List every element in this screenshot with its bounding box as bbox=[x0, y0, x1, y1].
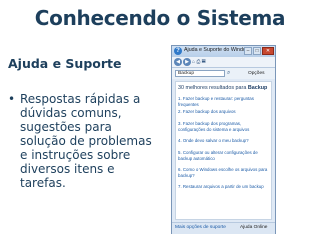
search-icon[interactable]: ⌕ bbox=[227, 70, 234, 77]
maximize-icon[interactable]: □ bbox=[253, 47, 261, 55]
minimize-icon[interactable]: – bbox=[244, 47, 252, 55]
online-help-button[interactable]: Ajuda Online bbox=[240, 225, 267, 230]
section-heading: Ajuda e Suporte bbox=[8, 56, 122, 71]
results-panel: 30 melhores resultados para Backup 1. Fa… bbox=[175, 81, 272, 220]
help-window: ? Ajuda e Suporte do Windows – □ ✕ ◀ ▶ ⌂… bbox=[171, 45, 276, 234]
options-menu[interactable]: Opções bbox=[248, 71, 265, 76]
result-link[interactable]: 7. Restaurar arquivos a partir de um bac… bbox=[178, 184, 268, 190]
bullet-text: Respostas rápidas a dúvidas comuns, suge… bbox=[20, 92, 152, 190]
more-support-link[interactable]: Mais opções de suporte bbox=[175, 225, 226, 230]
result-link[interactable]: 1. Fazer backup e restaurar: perguntas f… bbox=[178, 96, 268, 107]
result-link[interactable]: 2. Fazer backup dos arquivos bbox=[178, 109, 268, 115]
result-link[interactable]: 4. Onde devo salvar o meu backup? bbox=[178, 138, 268, 144]
forward-arrow-icon[interactable]: ▶ bbox=[183, 58, 191, 66]
window-title: Ajuda e Suporte do Windows bbox=[184, 47, 253, 53]
close-icon[interactable]: ✕ bbox=[262, 47, 274, 55]
result-link[interactable]: 3. Fazer backup dos programas, configura… bbox=[178, 121, 268, 132]
result-link[interactable]: 5. Configurar ou alterar configurações d… bbox=[178, 150, 268, 161]
navigation-bar: ◀ ▶ ⌂ ⎙ ▤ bbox=[172, 57, 275, 68]
results-heading: 30 melhores resultados para Backup bbox=[178, 85, 268, 91]
help-icon: ? bbox=[174, 47, 182, 55]
home-print-icons[interactable]: ⌂ ⎙ ▤ bbox=[192, 59, 206, 65]
slide-title: Conhecendo o Sistema bbox=[34, 6, 286, 30]
search-row: Backup ⌕ Opções bbox=[172, 68, 275, 79]
status-bar: Mais opções de suporte Ajuda Online bbox=[172, 222, 275, 234]
search-input[interactable]: Backup bbox=[175, 70, 225, 77]
back-arrow-icon[interactable]: ◀ bbox=[174, 58, 182, 66]
window-controls: – □ ✕ bbox=[244, 47, 274, 56]
result-link[interactable]: 6. Como o Windows escolhe os arquivos pa… bbox=[178, 167, 268, 178]
window-titlebar[interactable]: ? Ajuda e Suporte do Windows – □ ✕ bbox=[172, 46, 275, 57]
bullet-marker: • bbox=[8, 92, 16, 106]
